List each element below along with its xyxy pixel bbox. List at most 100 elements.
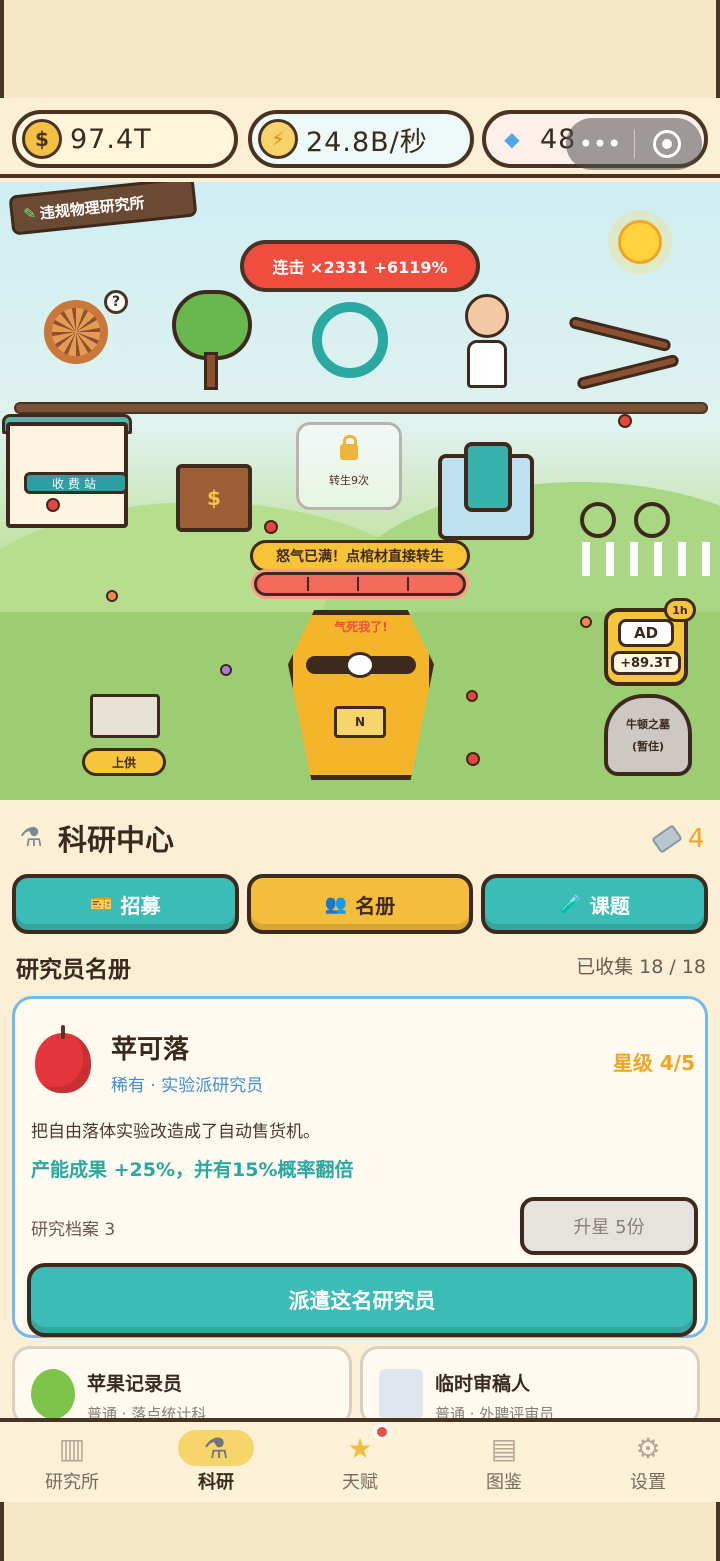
target-icon <box>662 139 672 149</box>
nav-research-label: 科研 <box>198 1472 234 1493</box>
notepad-icon <box>379 1369 423 1419</box>
nav-settings-label: 设置 <box>630 1472 666 1493</box>
locked-slot[interactable]: 转生9次 <box>296 422 402 510</box>
coins-value: 97.4T <box>70 123 152 155</box>
apple-pickup[interactable] <box>264 520 278 534</box>
notification-dot <box>374 1424 390 1440</box>
researcher-effect: 产能成果 +25%，并有15%概率翻倍 <box>31 1159 354 1181</box>
locked-crate[interactable]: $ <box>176 464 252 532</box>
researcher-list-name: 临时审稿人 <box>435 1373 531 1395</box>
bike-wheel <box>580 502 616 538</box>
lab-name-banner: ✎ 违规物理研究所 <box>8 182 198 236</box>
tab-roster[interactable]: 👥 名册 <box>246 874 474 934</box>
wheel-device[interactable] <box>44 300 108 364</box>
researcher-description: 把自由落体实验改造成了自动售货机。 <box>31 1122 320 1142</box>
nav-settings[interactable]: ⚙ 设置 <box>576 1422 720 1502</box>
nav-codex[interactable]: ▤ 图鉴 <box>432 1422 576 1502</box>
nav-research[interactable]: ⚗ 科研 <box>144 1422 288 1502</box>
rage-bar-tick <box>357 577 359 591</box>
apple-icon <box>35 1033 91 1093</box>
scientist-coat <box>467 340 507 388</box>
book-icon: ▤ <box>490 1431 518 1465</box>
lock-icon <box>340 435 358 460</box>
research-title: 科研中心 <box>58 823 175 857</box>
research-files: 研究档案 3 <box>31 1220 116 1240</box>
roster-count: 已收集 18 / 18 <box>576 956 706 978</box>
nav-institute-label: 研究所 <box>45 1472 99 1493</box>
test-tube-icon: 🧪 <box>559 893 582 915</box>
microscope-icon: ⚗ <box>19 823 43 853</box>
recruit-ticket-count: 4 <box>651 822 705 856</box>
game-scene[interactable]: ✎ 违规物理研究所 连击 ×2331 +6119% ? 收费站 $ 转生9次 怒… <box>0 182 720 800</box>
researcher-card[interactable]: 苹可落 稀有 · 实验派研究员 星级 4/5 把自由落体实验改造成了自动售货机。… <box>12 996 708 1338</box>
apple-tree[interactable] <box>172 290 252 360</box>
more-menu-button[interactable]: ••• <box>566 130 634 158</box>
vending-body <box>464 442 512 512</box>
tab-topics-label: 课题 <box>589 893 630 918</box>
tab-recruit[interactable]: 🎫 招募 <box>12 874 239 934</box>
fence <box>582 542 720 576</box>
apple-pickup[interactable] <box>46 498 60 512</box>
dispatch-button[interactable]: 派遣这名研究员 <box>27 1263 697 1337</box>
ring-device[interactable] <box>312 302 388 378</box>
help-icon[interactable]: ? <box>104 290 128 314</box>
tab-topics[interactable]: 🧪 课题 <box>481 874 709 934</box>
nav-talent-label: 天赋 <box>342 1472 378 1493</box>
scientist-character[interactable] <box>462 294 512 390</box>
green-apple-icon <box>31 1369 75 1419</box>
upgrade-star-button[interactable]: 升星 5份 <box>520 1197 698 1255</box>
tab-recruit-label: 招募 <box>120 893 161 918</box>
energy-value: 24.8B/秒 <box>306 126 428 158</box>
lightning-icon: ⚡ <box>258 119 298 159</box>
coffin-plate: N <box>334 706 386 738</box>
coin-icon: $ <box>22 119 62 159</box>
tab-roster-label: 名册 <box>355 893 396 918</box>
toll-booth-sign: 收费站 <box>24 472 128 494</box>
combo-badge: 连击 ×2331 +6119% <box>240 240 480 292</box>
ad-label: AD <box>618 619 674 647</box>
apple-pickup[interactable] <box>618 414 632 428</box>
nav-talent[interactable]: ★ 天赋 <box>288 1422 432 1502</box>
seesaw-device[interactable] <box>568 315 672 353</box>
tomb-name: 牛顿之墓 <box>626 718 670 731</box>
energy-counter[interactable]: ⚡ 24.8B/秒 <box>248 110 474 168</box>
sun-icon <box>618 220 662 264</box>
offering-altar[interactable] <box>90 694 160 738</box>
seesaw-device[interactable] <box>576 353 680 391</box>
nav-codex-label: 图鉴 <box>486 1472 522 1493</box>
lab-name: 违规物理研究所 <box>39 193 146 223</box>
nav-institute[interactable]: ▥ 研究所 <box>0 1422 144 1502</box>
microscope-icon: ⚗ <box>178 1430 254 1466</box>
locked-slot-label: 转生9次 <box>329 474 369 487</box>
apple-pickup[interactable] <box>466 752 480 766</box>
bike-wheel <box>634 502 670 538</box>
researcher-list-item[interactable]: 临时审稿人 普通 · 外聘评审员 <box>360 1346 700 1426</box>
close-miniapp-button[interactable] <box>653 130 681 158</box>
equipment-shelf <box>14 402 708 414</box>
researcher-meta: 稀有 · 实验派研究员 <box>111 1076 264 1096</box>
tree-trunk <box>204 352 218 390</box>
research-header: ⚗ 科研中心 <box>14 816 174 860</box>
apple-stem <box>61 1025 65 1039</box>
supply-button[interactable]: 上供 <box>82 748 166 776</box>
diamond-icon: ◆ <box>504 127 520 151</box>
coins-counter[interactable]: $ 97.4T <box>12 110 238 168</box>
flower-decoration <box>580 616 592 628</box>
rage-text: 怒气已满！点棺材直接转生 <box>276 549 444 565</box>
cyclist-character[interactable] <box>580 482 670 538</box>
researcher-list-item[interactable]: 苹果记录员 普通 · 落点统计科 <box>12 1346 352 1426</box>
ticket-icon <box>651 824 683 854</box>
combo-text: 连击 ×2331 +6119% <box>272 258 448 277</box>
vending-machine[interactable] <box>438 442 534 540</box>
coffin[interactable] <box>288 610 434 780</box>
scientist-head <box>465 294 509 338</box>
rage-bar <box>254 572 466 596</box>
people-icon: 👥 <box>324 893 348 915</box>
bottom-nav: ▥ 研究所 ⚗ 科研 ★ 天赋 ▤ 图鉴 ⚙ 设置 <box>0 1418 720 1502</box>
factory-icon: ▥ <box>58 1431 86 1465</box>
coffin-eye <box>345 652 375 678</box>
star-level: 星级 4/5 <box>612 1051 695 1075</box>
capsule-divider <box>634 130 635 158</box>
bottom-frame <box>0 1502 720 1561</box>
newton-tomb[interactable]: 牛顿之墓 (暂住) <box>604 694 692 776</box>
